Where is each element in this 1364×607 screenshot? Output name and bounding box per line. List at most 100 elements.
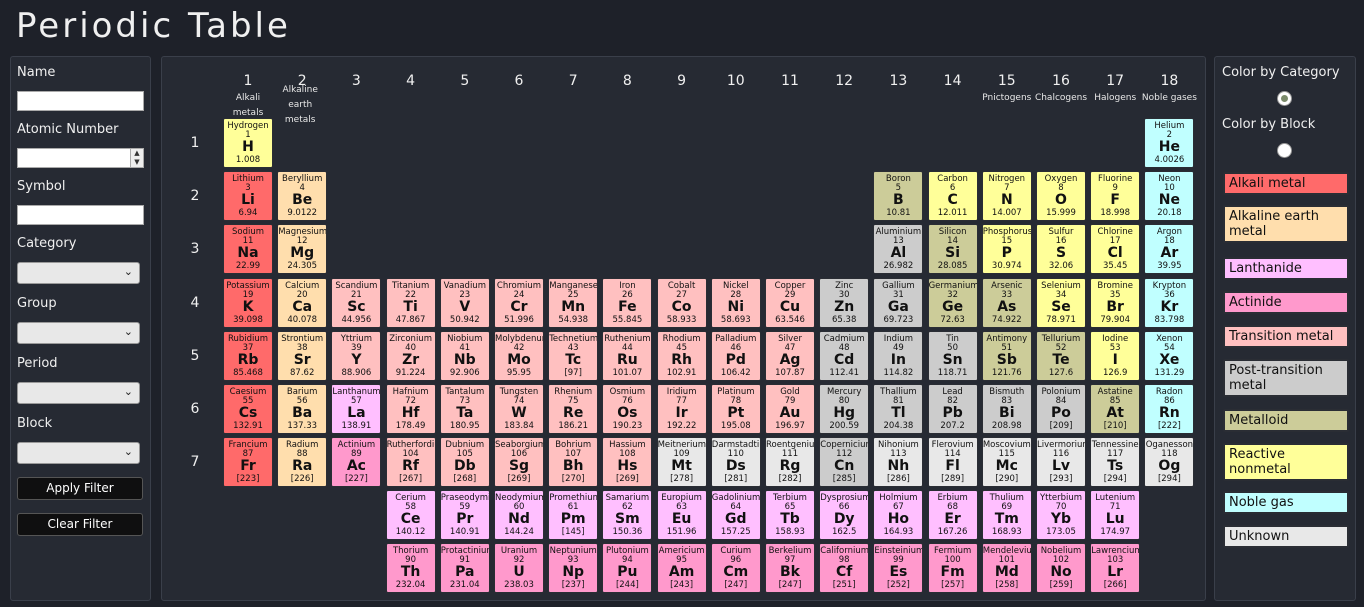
element-cell-ne[interactable]: Neon 10 Ne 20.18 [1144,171,1195,221]
element-cell-zr[interactable]: Zirconium 40 Zr 91.224 [385,331,436,381]
element-cell-se[interactable]: Selenium 34 Se 78.971 [1036,278,1086,328]
element-cell-tl[interactable]: Thallium 81 Tl 204.38 [873,384,924,434]
element-cell-th[interactable]: Thorium 90 Th 232.04 [385,543,436,593]
element-cell-pr[interactable]: Praseodymium59Pr140.91 [439,490,490,540]
element-cell-i[interactable]: Iodine 53 I 126.9 [1090,331,1141,381]
color-by-category-radio[interactable] [1277,91,1292,106]
element-cell-sn[interactable]: Tin 50 Sn 118.71 [927,331,978,381]
element-cell-sc[interactable]: Scandium 21 Sc 44.956 [331,278,382,328]
element-cell-y[interactable]: Yttrium 39 Y 88.906 [331,331,382,381]
element-cell-rn[interactable]: Radon 86 Rn [222] [1144,384,1195,434]
element-cell-cl[interactable]: Chlorine 17 Cl 35.45 [1090,224,1141,274]
element-cell-hf[interactable]: Hafnium 72 Hf 178.49 [385,384,436,434]
element-cell-po[interactable]: Polonium 84 Po [209] [1036,384,1086,434]
element-cell-na[interactable]: Sodium 11 Na 22.99 [223,224,273,274]
element-cell-fl[interactable]: Flerovium 114 Fl [289] [927,437,978,487]
element-cell-ho[interactable]: Holmium 67 Ho 164.93 [873,490,924,540]
element-cell-pm[interactable]: Promethium 61 Pm [145] [548,490,599,540]
element-cell-kr[interactable]: Krypton 36 Kr 83.798 [1144,278,1195,328]
element-cell-ga[interactable]: Gallium 31 Ga 69.723 [873,278,924,328]
element-cell-bh[interactable]: Bohrium 107 Bh [270] [548,437,599,487]
element-cell-rh[interactable]: Rhodium 45 Rh 102.91 [656,331,707,381]
element-cell-pb[interactable]: Lead 82 Pb 207.2 [927,384,978,434]
element-cell-sr[interactable]: Strontium 38 Sr 87.62 [277,331,328,381]
element-cell-ts[interactable]: Tennessine 117 Ts [294] [1090,437,1141,487]
element-cell-ti[interactable]: Titanium 22 Ti 47.867 [385,278,436,328]
element-cell-h[interactable]: Hydrogen 1 H 1.008 [223,118,273,168]
element-cell-tm[interactable]: Thulium 69 Tm 168.93 [981,490,1032,540]
element-cell-hs[interactable]: Hassium 108 Hs [269] [602,437,653,487]
element-cell-au[interactable]: Gold 79 Au 196.97 [765,384,815,434]
element-cell-os[interactable]: Osmium 76 Os 190.23 [602,384,653,434]
element-cell-am[interactable]: Americium 95 Am [243] [656,543,707,593]
element-cell-k[interactable]: Potassium 19 K 39.098 [223,278,273,328]
element-cell-md[interactable]: Mendelevium101Md[258] [981,543,1032,593]
element-cell-mo[interactable]: Molybdenum42Mo95.95 [494,331,544,381]
element-cell-fr[interactable]: Francium 87 Fr [223] [223,437,273,487]
element-cell-ar[interactable]: Argon 18 Ar 39.95 [1144,224,1195,274]
element-cell-re[interactable]: Rhenium 75 Re 186.21 [548,384,599,434]
element-cell-tb[interactable]: Terbium 65 Tb 158.93 [765,490,815,540]
element-cell-nd[interactable]: Neodymium 60 Nd 144.24 [494,490,544,540]
element-cell-nh[interactable]: Nihonium 113 Nh [286] [873,437,924,487]
element-cell-n[interactable]: Nitrogen 7 N 14.007 [981,171,1032,221]
element-cell-v[interactable]: Vanadium 23 V 50.942 [439,278,490,328]
element-cell-mn[interactable]: Manganese 25 Mn 54.938 [548,278,599,328]
element-cell-be[interactable]: Beryllium 4 Be 9.0122 [277,171,328,221]
element-cell-no[interactable]: Nobelium 102 No [259] [1036,543,1086,593]
element-cell-ru[interactable]: Ruthenium 44 Ru 101.07 [602,331,653,381]
element-cell-xe[interactable]: Xenon 54 Xe 131.29 [1144,331,1195,381]
element-cell-rb[interactable]: Rubidium 37 Rb 85.468 [223,331,273,381]
element-cell-cf[interactable]: Californium 98 Cf [251] [819,543,870,593]
element-cell-np[interactable]: Neptunium 93 Np [237] [548,543,599,593]
element-cell-la[interactable]: Lanthanum 57 La 138.91 [331,384,382,434]
element-cell-es[interactable]: Einsteinium 99 Es [252] [873,543,924,593]
atomic-number-input[interactable]: ▲ ▼ [17,148,144,168]
element-cell-c[interactable]: Carbon 6 C 12.011 [927,171,978,221]
element-cell-pa[interactable]: Protactinium91Pa231.04 [439,543,490,593]
element-cell-pu[interactable]: Plutonium 94 Pu [244] [602,543,653,593]
element-cell-cn[interactable]: Copernicium112Cn[285] [819,437,870,487]
element-cell-cd[interactable]: Cadmium 48 Cd 112.41 [819,331,870,381]
element-cell-li[interactable]: Lithium 3 Li 6.94 [223,171,273,221]
element-cell-sm[interactable]: Samarium 62 Sm 150.36 [602,490,653,540]
element-cell-mg[interactable]: Magnesium 12 Mg 24.305 [277,224,328,274]
element-cell-w[interactable]: Tungsten 74 W 183.84 [494,384,544,434]
element-cell-in[interactable]: Indium 49 In 114.82 [873,331,924,381]
element-cell-cm[interactable]: Curium 96 Cm [247] [710,543,761,593]
element-cell-db[interactable]: Dubnium 105 Db [268] [439,437,490,487]
element-cell-fm[interactable]: Fermium 100 Fm [257] [927,543,978,593]
spinner-arrows-icon[interactable]: ▲ ▼ [130,149,143,167]
element-cell-yb[interactable]: Ytterbium 70 Yb 173.05 [1036,490,1086,540]
element-cell-o[interactable]: Oxygen 8 O 15.999 [1036,171,1086,221]
element-cell-dy[interactable]: Dysprosium 66 Dy 162.5 [819,490,870,540]
element-cell-ds[interactable]: Darmstadtium110Ds[281] [710,437,761,487]
block-select[interactable]: ⌄ [17,442,140,464]
element-cell-zn[interactable]: Zinc 30 Zn 65.38 [819,278,870,328]
element-cell-sg[interactable]: Seaborgium 106 Sg [269] [494,437,544,487]
element-cell-nb[interactable]: Niobium 41 Nb 92.906 [439,331,490,381]
clear-filter-button[interactable]: Clear Filter [17,513,143,536]
element-cell-he[interactable]: Helium 2 He 4.0026 [1144,118,1195,168]
element-cell-gd[interactable]: Gadolinium 64 Gd 157.25 [710,490,761,540]
element-cell-bk[interactable]: Berkelium 97 Bk [247] [765,543,815,593]
element-cell-sb[interactable]: Antimony 51 Sb 121.76 [981,331,1032,381]
element-cell-br[interactable]: Bromine 35 Br 79.904 [1090,278,1141,328]
element-cell-ta[interactable]: Tantalum 73 Ta 180.95 [439,384,490,434]
category-select[interactable]: ⌄ [17,262,140,284]
element-cell-hg[interactable]: Mercury 80 Hg 200.59 [819,384,870,434]
element-cell-as[interactable]: Arsenic 33 As 74.922 [981,278,1032,328]
element-cell-mc[interactable]: Moscovium 115 Mc [290] [981,437,1032,487]
element-cell-ra[interactable]: Radium 88 Ra [226] [277,437,328,487]
element-cell-tc[interactable]: Technetium 43 Tc [97] [548,331,599,381]
element-cell-eu[interactable]: Europium 63 Eu 151.96 [656,490,707,540]
element-cell-lr[interactable]: Lawrencium 103 Lr [266] [1090,543,1141,593]
element-cell-fe[interactable]: Iron 26 Fe 55.845 [602,278,653,328]
element-cell-al[interactable]: Aluminium 13 Al 26.982 [873,224,924,274]
element-cell-ge[interactable]: Germanium 32 Ge 72.63 [927,278,978,328]
element-cell-ag[interactable]: Silver 47 Ag 107.87 [765,331,815,381]
element-cell-bi[interactable]: Bismuth 83 Bi 208.98 [981,384,1032,434]
element-cell-ce[interactable]: Cerium 58 Ce 140.12 [385,490,436,540]
period-select[interactable]: ⌄ [17,382,140,404]
element-cell-p[interactable]: Phosphorus 15 P 30.974 [981,224,1032,274]
